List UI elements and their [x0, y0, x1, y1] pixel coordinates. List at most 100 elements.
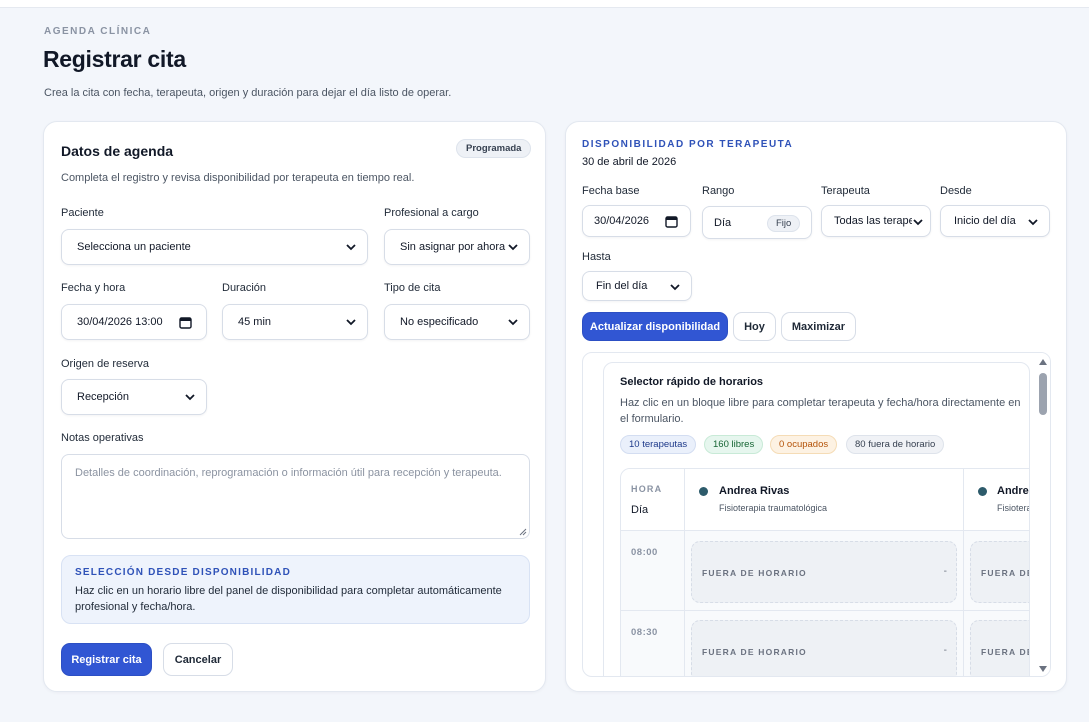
to-label: Hasta: [582, 251, 611, 263]
chevron-down-icon: [508, 244, 518, 251]
range-value: Día: [714, 216, 732, 229]
duration-select[interactable]: 45 min: [222, 304, 368, 340]
top-bar: [0, 0, 1089, 8]
schedule-grid: HORA Día Andrea Rivas Fisioterapia traum…: [620, 468, 1030, 676]
availability-eyebrow: DISPONIBILIDAD POR TERAPEUTA: [582, 139, 794, 150]
chevron-down-icon: [912, 216, 924, 228]
professional-label: Profesional a cargo: [384, 207, 479, 219]
from-select[interactable]: Inicio del día: [940, 205, 1050, 237]
therapist-name: Andrea: [997, 485, 1029, 497]
off-hours-slot: FUERA DE HORARIO -: [691, 541, 957, 603]
availability-date: 30 de abril de 2026: [582, 156, 677, 168]
notes-placeholder: Detalles de coordinación, reprogramación…: [75, 467, 502, 479]
row-divider: [621, 610, 1029, 611]
range-field: Día Fijo: [702, 206, 812, 239]
slot-label: FUERA DE H: [981, 568, 1029, 578]
slot-value: -: [943, 645, 947, 656]
professional-select[interactable]: Sin asignar por ahora: [384, 229, 530, 265]
today-button[interactable]: Hoy: [733, 312, 776, 341]
datetime-label: Fecha y hora: [61, 282, 126, 294]
info-text: Haz clic en un horario libre del panel d…: [75, 585, 502, 613]
form-description: Completa el registro y revisa disponibil…: [61, 172, 415, 184]
resize-handle-icon[interactable]: [519, 528, 527, 536]
notes-textarea[interactable]: Detalles de coordinación, reprogramación…: [61, 454, 530, 539]
slot-label: FUERA DE HORARIO: [702, 647, 807, 657]
chevron-down-icon: [346, 319, 356, 326]
therapist-role: Fisiotera: [997, 503, 1030, 513]
patient-select[interactable]: Selecciona un paciente: [61, 229, 368, 265]
time-label: 08:00: [631, 547, 658, 558]
patient-select-value: Selecciona un paciente: [77, 241, 191, 253]
professional-select-value: Sin asignar por ahora: [400, 241, 506, 253]
off-hours-count-chip: 80 fuera de horario: [846, 435, 945, 454]
booking-origin-select[interactable]: Recepción: [61, 379, 207, 415]
appointment-type-value: No especificado: [400, 316, 479, 328]
notes-label: Notas operativas: [61, 432, 144, 444]
off-hours-slot: FUERA DE HORARIO -: [691, 620, 957, 676]
base-date-label: Fecha base: [582, 185, 640, 197]
patient-label: Paciente: [61, 207, 104, 219]
datetime-input[interactable]: 30/04/2026 13:00: [61, 304, 207, 340]
form-title: Datos de agenda: [61, 143, 174, 159]
maximize-button[interactable]: Maximizar: [781, 312, 856, 341]
page-subtitle: Crea la cita con fecha, terapeuta, orige…: [44, 87, 452, 99]
to-select[interactable]: Fin del día: [582, 271, 692, 301]
to-select-value: Fin del día: [596, 280, 648, 292]
calendar-icon[interactable]: [179, 316, 192, 329]
selector-title: Selector rápido de horarios: [620, 376, 764, 388]
booking-origin-value: Recepción: [77, 391, 129, 403]
chevron-down-icon: [1028, 219, 1038, 226]
hour-column-label: HORA: [631, 484, 663, 494]
slot-value: -: [943, 566, 947, 577]
therapist-select-value: Todas las terapeu: [834, 215, 921, 227]
refresh-availability-button[interactable]: Actualizar disponibilidad: [582, 312, 728, 341]
appointment-type-label: Tipo de cita: [384, 282, 441, 294]
slot-label: FUERA DE HORARIO: [702, 568, 807, 578]
base-date-value: 30/04/2026: [594, 215, 650, 227]
register-appointment-button[interactable]: Registrar cita: [61, 643, 152, 676]
therapist-status-dot: [699, 487, 708, 496]
page-title: Registrar cita: [43, 46, 186, 72]
therapist-label: Terapeuta: [821, 185, 870, 197]
quick-slot-selector: Selector rápido de horarios Haz clic en …: [603, 362, 1030, 676]
availability-selection-info: SELECCIÓN DESDE DISPONIBILIDAD Haz clic …: [61, 555, 530, 624]
from-label: Desde: [940, 185, 972, 197]
chevron-down-icon: [346, 244, 356, 251]
appointment-type-select[interactable]: No especificado: [384, 304, 530, 340]
off-hours-slot: FUERA DE H: [970, 541, 1029, 603]
off-hours-slot: FUERA DE H: [970, 620, 1029, 676]
scrollbar[interactable]: [1036, 353, 1050, 676]
availability-scroll-panel[interactable]: Selector rápido de horarios Haz clic en …: [582, 352, 1051, 677]
chevron-down-icon: [508, 319, 518, 326]
selector-description: Haz clic en un bloque libre para complet…: [620, 397, 1021, 425]
chevron-down-icon: [185, 394, 195, 401]
busy-count-chip: 0 ocupados: [770, 435, 838, 454]
status-badge: Programada: [456, 139, 532, 158]
duration-label: Duración: [222, 282, 267, 294]
therapist-name: Andrea Rivas: [719, 485, 790, 497]
grid-header-row: HORA Día Andrea Rivas Fisioterapia traum…: [621, 469, 1030, 531]
scrollbar-thumb[interactable]: [1039, 373, 1047, 415]
info-title: SELECCIÓN DESDE DISPONIBILIDAD: [75, 567, 292, 578]
therapist-select[interactable]: Todas las terapeu: [821, 205, 931, 237]
therapist-role: Fisioterapia traumatológica: [719, 503, 828, 513]
day-label: Día: [631, 504, 649, 516]
range-label: Rango: [702, 185, 735, 197]
fixed-tag: Fijo: [767, 215, 801, 232]
free-count-chip: 160 libres: [704, 435, 764, 454]
base-date-input[interactable]: 30/04/2026: [582, 205, 691, 237]
therapist-status-dot: [978, 487, 987, 496]
cancel-button[interactable]: Cancelar: [163, 643, 233, 676]
from-select-value: Inicio del día: [954, 215, 1016, 227]
scroll-up-icon[interactable]: [1039, 359, 1047, 365]
page-eyebrow: AGENDA CLÍNICA: [44, 26, 152, 37]
datetime-input-value: 30/04/2026 13:00: [77, 316, 163, 328]
appointment-form-card: Datos de agenda Programada Completa el r…: [43, 121, 546, 692]
scroll-down-icon[interactable]: [1039, 666, 1047, 672]
availability-card: DISPONIBILIDAD POR TERAPEUTA 30 de abril…: [565, 121, 1067, 692]
time-label: 08:30: [631, 627, 658, 638]
slot-label: FUERA DE H: [981, 647, 1029, 657]
calendar-icon[interactable]: [665, 215, 678, 228]
therapists-count-chip: 10 terapeutas: [620, 435, 697, 454]
booking-origin-label: Origen de reserva: [61, 358, 150, 370]
